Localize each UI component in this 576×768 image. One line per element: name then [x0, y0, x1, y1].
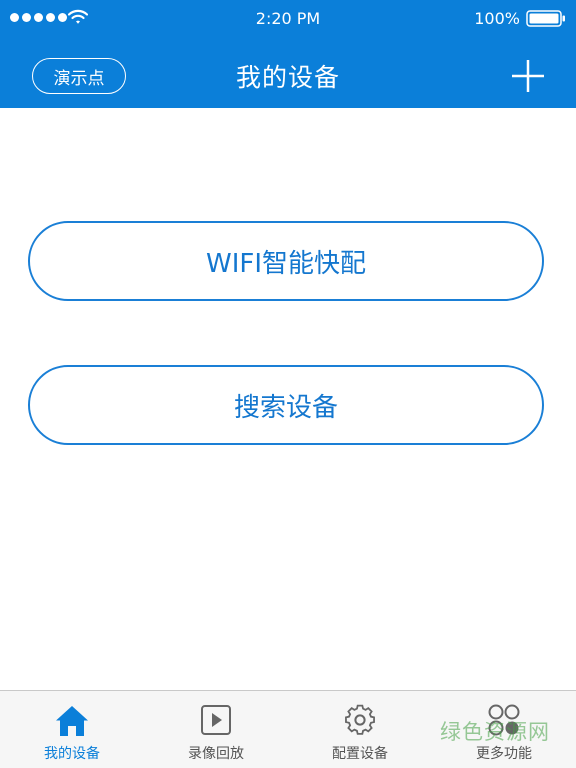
status-bar: 2:20 PM 100%	[0, 0, 576, 36]
plus-icon	[512, 60, 544, 92]
play-icon	[201, 705, 231, 735]
more-circles-icon	[488, 704, 520, 736]
tab-label: 录像回放	[188, 746, 244, 762]
battery-icon	[526, 10, 565, 27]
tab-playback[interactable]: 录像回放	[144, 691, 288, 768]
tab-label: 配置设备	[332, 746, 388, 762]
search-device-button[interactable]: 搜索设备	[28, 365, 544, 445]
tab-more-features[interactable]: 更多功能	[432, 691, 576, 768]
app-header: 2:20 PM 100% 演示点 我的设备	[0, 0, 576, 108]
tab-label: 更多功能	[476, 746, 532, 762]
wifi-smart-config-button[interactable]: WIFI智能快配	[28, 221, 544, 301]
home-icon	[56, 706, 88, 736]
nav-bar: 演示点 我的设备	[0, 36, 576, 108]
add-device-button[interactable]	[508, 56, 548, 96]
battery-percent: 100%	[474, 9, 520, 28]
tab-my-devices[interactable]: 我的设备	[0, 691, 144, 768]
page-title: 我的设备	[235, 63, 340, 92]
tab-configure-device[interactable]: 配置设备	[288, 691, 432, 768]
tab-label: 我的设备	[44, 746, 100, 762]
tab-bar: 我的设备 录像回放 配置设备 更多功能	[0, 690, 576, 768]
gear-icon	[345, 704, 375, 735]
